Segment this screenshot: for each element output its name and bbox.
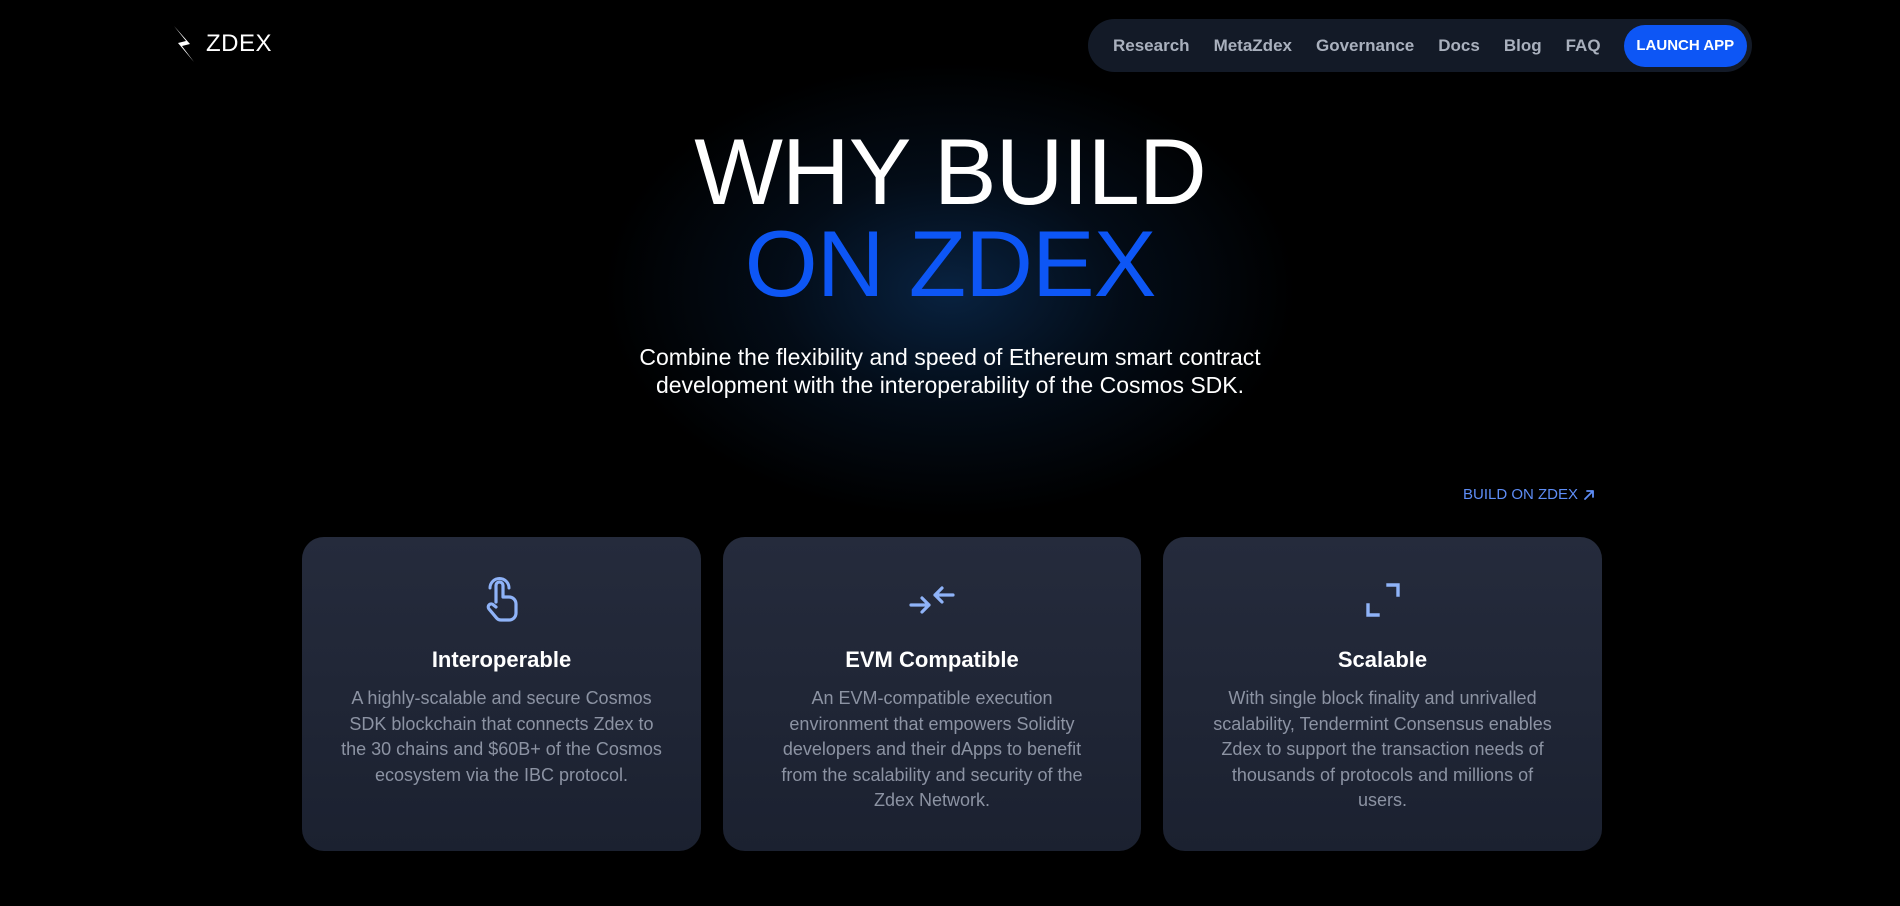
brand-name: ZDEX	[206, 30, 273, 57]
nav-research[interactable]: Research	[1113, 36, 1190, 56]
card-title: Interoperable	[431, 647, 572, 672]
launch-app-button[interactable]: LAUNCH APP	[1623, 24, 1747, 67]
arrow-up-right-icon	[1584, 489, 1594, 500]
feature-card-scalable: Scalable With single block finality and …	[1163, 537, 1602, 851]
nav-faq[interactable]: FAQ	[1566, 36, 1601, 56]
nav-governance[interactable]: Governance	[1316, 36, 1414, 56]
nav-blog[interactable]: Blog	[1504, 36, 1542, 56]
hero-subtitle-line2: development with the interoperability of…	[655, 372, 1245, 398]
card-title: EVM Compatible	[845, 647, 1019, 672]
nav-docs[interactable]: Docs	[1438, 36, 1480, 56]
card-icon-wrap	[909, 577, 955, 623]
feature-card-interoperable: Interoperable A highly-scalable and secu…	[302, 537, 701, 851]
build-on-zdex-link[interactable]: BUILD ON ZDEX	[1463, 486, 1596, 503]
arrows-converge-icon	[909, 586, 955, 614]
hero-title-line2: ON ZDEX	[744, 211, 1157, 316]
card-description: An EVM-compatible execution environment …	[781, 688, 1083, 810]
lightning-bolt-icon	[174, 26, 194, 62]
hero-subtitle: Combine the flexibility and speed of Eth…	[550, 343, 1350, 399]
card-description: A highly-scalable and secure Cosmos SDK …	[341, 688, 662, 785]
card-icon-wrap	[1360, 577, 1406, 623]
main-nav: Research MetaZdex Governance Docs Blog F…	[1088, 19, 1752, 72]
card-title: Scalable	[1337, 647, 1428, 672]
card-icon-wrap	[479, 577, 525, 623]
pointer-finger-icon	[486, 577, 518, 622]
hero-title: WHY BUILD ON ZDEX	[0, 119, 1900, 316]
nav-metazdex[interactable]: MetaZdex	[1214, 36, 1292, 56]
hero-title-line1: WHY BUILD	[694, 119, 1207, 224]
brand-logo[interactable]: ZDEX	[170, 24, 272, 64]
build-link-label: BUILD ON ZDEX	[1463, 486, 1579, 503]
hero-subtitle-line1: Combine the flexibility and speed of Eth…	[639, 344, 1261, 370]
expand-corners-icon	[1365, 583, 1400, 617]
card-description: With single block finality and unrivalle…	[1213, 688, 1552, 810]
feature-card-evm-compatible: EVM Compatible An EVM-compatible executi…	[723, 537, 1141, 851]
